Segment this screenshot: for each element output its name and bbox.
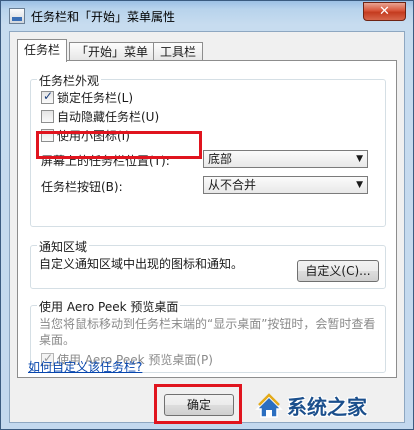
window-icon [9,8,25,24]
lock-taskbar-checkbox[interactable]: 锁定任务栏(L) [41,89,133,105]
aero-peek-group-label: 使用 Aero Peek 预览桌面 [37,298,181,315]
watermark: 系统之家 [255,389,405,423]
watermark-logo-icon [255,393,283,418]
notification-group-label: 通知区域 [37,238,90,255]
ok-button-highlight-box [154,384,242,424]
dropdown-arrow-icon: ▼ [356,154,363,164]
auto-hide-checkbox[interactable]: 自动隐藏任务栏(U) [41,108,159,124]
lock-taskbar-label: 锁定任务栏(L) [57,91,134,105]
dialog-client-area: 任务栏 「开始」菜单 工具栏 任务栏外观 锁定任务栏(L) 自动隐藏任务栏(U)… [9,31,405,424]
watermark-text: 系统之家 [287,395,367,419]
close-button[interactable]: ✕ [363,2,406,21]
checkbox-checked-icon[interactable] [41,89,54,104]
taskbar-tab-panel: 任务栏外观 锁定任务栏(L) 自动隐藏任务栏(U) 使用小图标(I) 屏幕上的任… [17,60,397,378]
appearance-group-label: 任务栏外观 [37,72,102,89]
taskbar-properties-window: 任务栏和「开始」菜单属性 ✕ 任务栏 「开始」菜单 工具栏 任务栏外观 锁定任务… [0,0,414,430]
tab-toolbars[interactable]: 工具栏 [153,42,204,61]
title-bar[interactable]: 任务栏和「开始」菜单属性 ✕ [1,1,413,31]
taskbar-buttons-value: 从不合并 [208,178,257,192]
notification-description: 自定义通知区域中出现的图标和通知。 [39,257,244,271]
taskbar-location-select[interactable]: 底部 ▼ [203,150,368,168]
auto-hide-label: 自动隐藏任务栏(U) [57,110,160,124]
window-title: 任务栏和「开始」菜单属性 [31,10,176,24]
taskbar-buttons-select[interactable]: 从不合并 ▼ [203,176,368,194]
auto-hide-highlight-box [36,131,202,159]
tab-start-menu[interactable]: 「开始」菜单 [69,42,156,61]
checkbox-unchecked-icon[interactable] [41,110,54,123]
dropdown-arrow-icon: ▼ [356,180,363,190]
tab-taskbar[interactable]: 任务栏 [17,39,68,62]
taskbar-location-value: 底部 [208,152,233,166]
aero-peek-description: 当您将鼠标移动到任务栏末端的“显示桌面”按钮时，会暂时查看桌面。 [39,317,376,347]
customize-button[interactable]: 自定义(C)... [297,260,379,282]
taskbar-buttons-label: 任务栏按钮(B): [41,180,123,194]
notification-group: 通知区域 自定义通知区域中出现的图标和通知。 自定义(C)... [30,238,386,289]
help-link[interactable]: 如何自定义该任务栏? [28,358,142,375]
